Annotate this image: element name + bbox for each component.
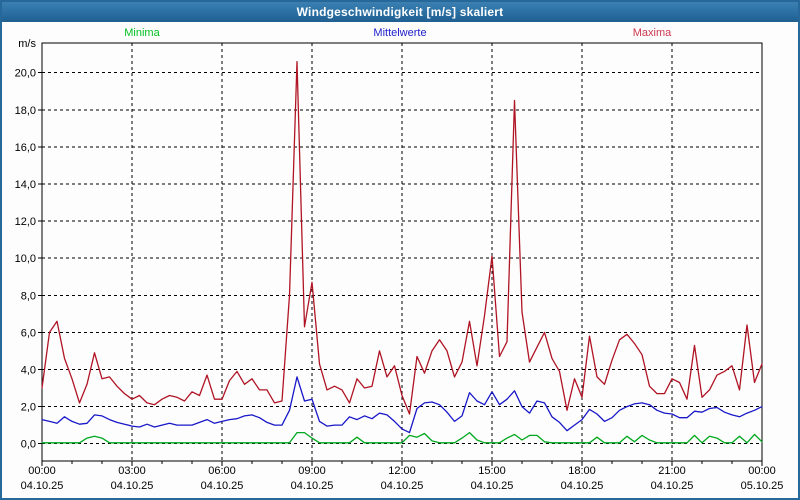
x-tick-time-label: 18:00 — [568, 465, 596, 477]
x-tick-time-label: 03:00 — [118, 465, 146, 477]
x-tick-time-label: 06:00 — [208, 465, 236, 477]
y-tick-label: 2,0 — [21, 402, 36, 414]
x-tick-date-label: 04.10.25 — [471, 480, 514, 492]
wind-speed-chart: 20,0 18,0 16,0 14,0 12,0 10,0 8,0 6,0 4,0 2,0 0,0 m… — [15, 38, 784, 492]
y-tick-label: 4,0 — [21, 365, 36, 377]
x-tick-date-label: 04.10.25 — [651, 480, 694, 492]
y-tick-label: 20,0 — [15, 68, 36, 80]
y-tick-label: 10,0 — [15, 253, 36, 265]
x-tick-date-label: 04.10.25 — [291, 480, 334, 492]
x-tick-time-label: 12:00 — [388, 465, 416, 477]
x-tick-date-label: 04.10.25 — [381, 480, 424, 492]
y-tick-label: 12,0 — [15, 216, 36, 228]
y-axis-unit-label: m/s — [18, 38, 36, 50]
x-tick-date-label: 04.10.25 — [21, 480, 64, 492]
y-tick-label: 16,0 — [15, 142, 36, 154]
y-tick-label: 14,0 — [15, 179, 36, 191]
x-tick-date-label: 04.10.25 — [561, 480, 604, 492]
x-tick-date-label: 05.10.25 — [741, 480, 784, 492]
y-tick-label: 0,0 — [21, 439, 36, 451]
x-tick-time-label: 21:00 — [658, 465, 686, 477]
application-window: Windgeschwindigkeit [m/s] skaliert Minim… — [0, 0, 800, 500]
x-tick-time-label: 00:00 — [28, 465, 56, 477]
x-tick-time-label: 15:00 — [478, 465, 506, 477]
x-tick-date-label: 04.10.25 — [201, 480, 244, 492]
x-tick-time-label: 09:00 — [298, 465, 326, 477]
y-tick-label: 6,0 — [21, 327, 36, 339]
y-tick-label: 18,0 — [15, 105, 36, 117]
x-tick-date-label: 04.10.25 — [111, 480, 154, 492]
y-tick-label: 8,0 — [21, 290, 36, 302]
x-tick-time-label: 00:00 — [748, 465, 776, 477]
